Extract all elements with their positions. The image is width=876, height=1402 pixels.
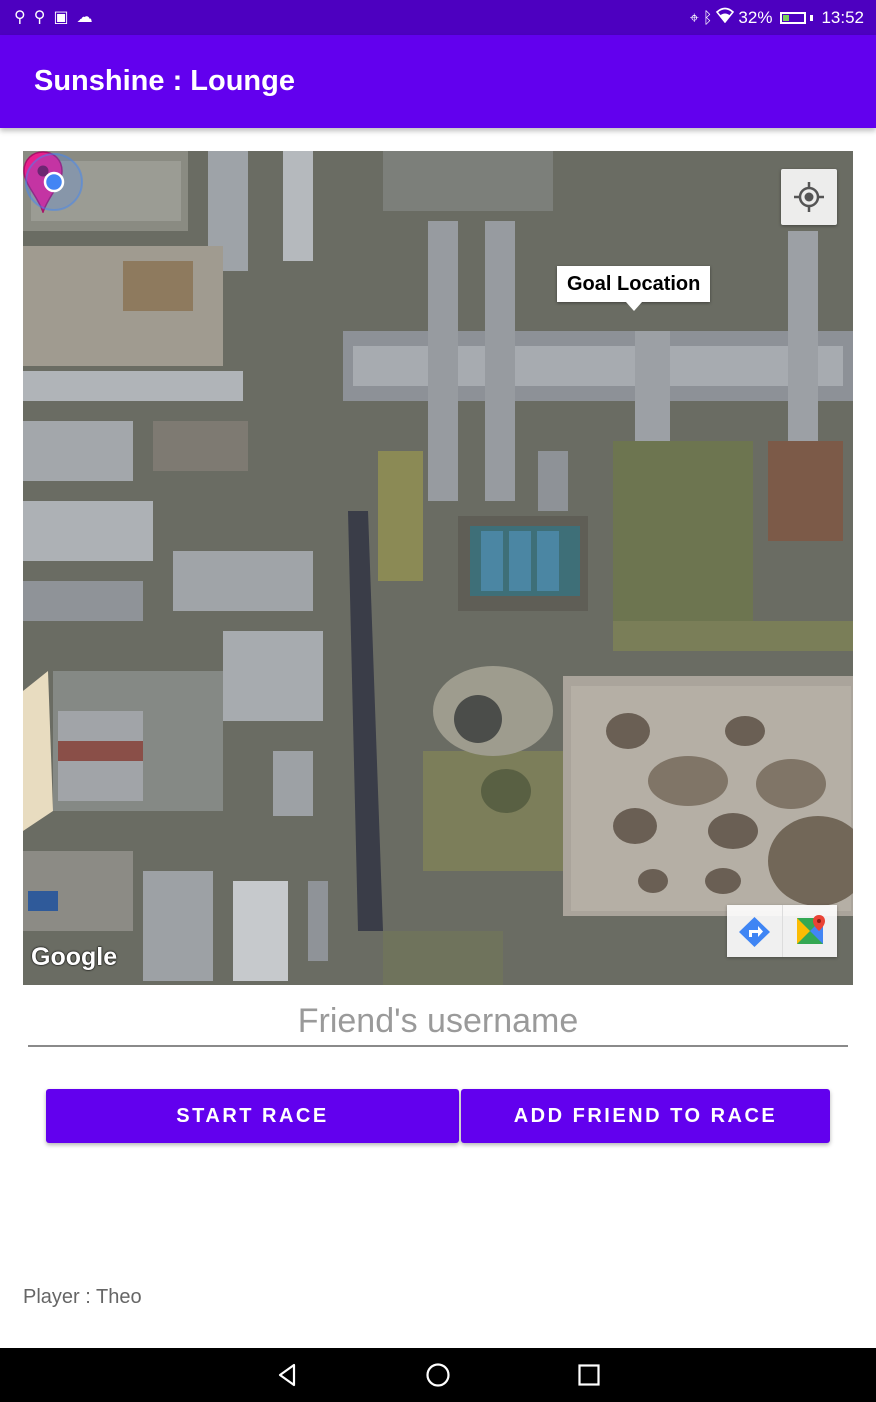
app-bar: Sunshine : Lounge: [0, 35, 876, 128]
battery-fill: [783, 14, 790, 21]
back-icon[interactable]: [273, 1360, 303, 1390]
player-label: Player : Theo: [23, 1286, 142, 1308]
directions-button[interactable]: [727, 905, 782, 957]
clock: 13:52: [821, 7, 864, 27]
home-icon[interactable]: [423, 1360, 453, 1390]
map-toolbar: [727, 905, 837, 957]
satellite-imagery: [23, 151, 853, 985]
status-bar-left: ⚲ ⚲ ▣ ☁: [14, 7, 93, 27]
status-bar-right: ⌖ ᛒ 32% 13:52: [690, 7, 864, 28]
my-location-icon: [794, 182, 824, 212]
navigation-bar: [0, 1348, 876, 1402]
storage-icon: ▣: [53, 7, 69, 26]
location-icon: ⌖: [689, 7, 699, 27]
cloud-icon: ☁: [76, 7, 93, 26]
open-in-google-maps-button[interactable]: [781, 905, 838, 957]
battery-tip: [810, 14, 814, 21]
map-view[interactable]: Goal Location Google: [23, 151, 853, 985]
battery-percent: 32%: [738, 7, 773, 27]
start-race-button[interactable]: START RACE: [46, 1089, 459, 1143]
google-maps-icon: [796, 915, 825, 944]
usb-icon: ⚲: [14, 7, 26, 26]
directions-icon: [739, 917, 770, 947]
google-attribution-logo: Google: [31, 943, 118, 971]
battery-icon: [780, 11, 807, 24]
add-friend-to-race-button[interactable]: ADD FRIEND TO RACE: [461, 1089, 830, 1143]
page-title: Sunshine : Lounge: [34, 65, 295, 97]
status-bar: ⚲ ⚲ ▣ ☁ ⌖ ᛒ 32% 13:52: [0, 0, 876, 35]
goal-location-tooltip: Goal Location: [557, 266, 711, 311]
usb-icon: ⚲: [33, 7, 46, 26]
my-location-marker-icon: [25, 153, 83, 211]
my-location-button[interactable]: [781, 169, 837, 225]
bluetooth-icon: ᛒ: [702, 7, 713, 27]
friend-username-input[interactable]: [28, 997, 848, 1047]
recents-icon[interactable]: [574, 1360, 604, 1390]
wifi-icon: [716, 7, 735, 28]
